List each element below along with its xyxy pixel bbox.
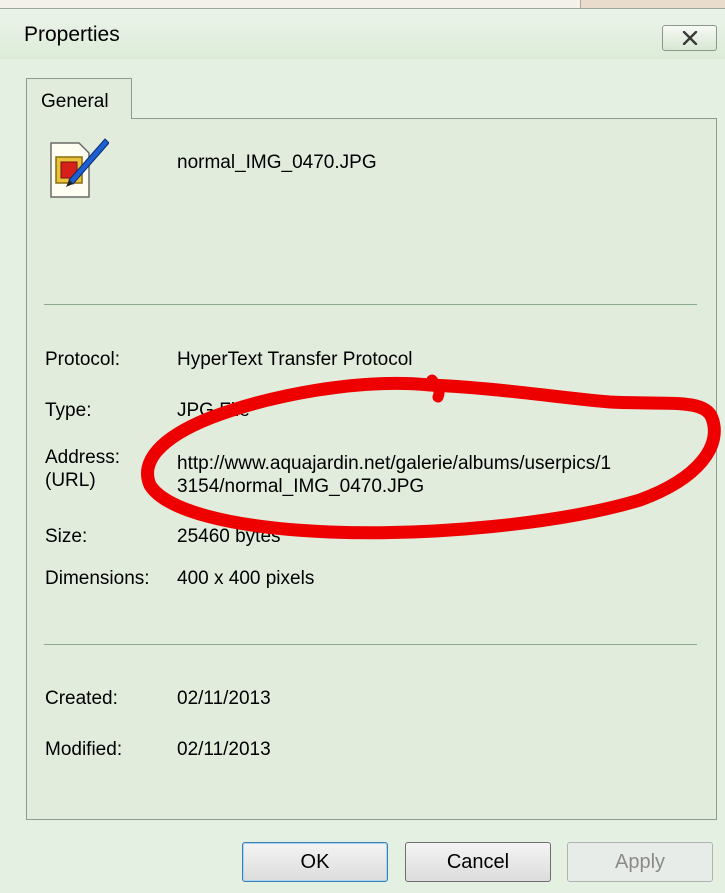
close-button[interactable] <box>662 25 717 51</box>
image-file-icon <box>49 135 110 204</box>
properties-dialog: Properties General normal_IMG_0470.JPG P… <box>0 8 725 893</box>
protocol-label: Protocol: <box>45 349 120 370</box>
window-title: Properties <box>24 23 120 46</box>
modified-label: Modified: <box>45 739 123 760</box>
close-icon <box>682 31 698 45</box>
modified-value: 02/11/2013 <box>177 739 271 760</box>
address-label: Address: (URL) <box>45 447 120 491</box>
size-value: 25460 bytes <box>177 526 281 547</box>
size-label: Size: <box>45 526 88 547</box>
general-panel: normal_IMG_0470.JPG Protocol: HyperText … <box>26 118 717 820</box>
ok-button[interactable]: OK <box>242 842 388 882</box>
type-value: JPG File <box>177 400 250 421</box>
title-bar[interactable]: Properties <box>0 9 725 59</box>
divider <box>44 304 697 305</box>
file-name[interactable]: normal_IMG_0470.JPG <box>177 152 377 174</box>
apply-button[interactable]: Apply <box>567 842 713 882</box>
dimensions-value: 400 x 400 pixels <box>177 568 315 589</box>
cancel-button[interactable]: Cancel <box>405 842 551 882</box>
created-value: 02/11/2013 <box>177 688 271 709</box>
created-label: Created: <box>45 688 118 709</box>
type-label: Type: <box>45 400 92 421</box>
tab-label: General <box>41 91 109 112</box>
protocol-value: HyperText Transfer Protocol <box>177 349 413 370</box>
dimensions-label: Dimensions: <box>45 568 150 589</box>
tab-general[interactable]: General <box>26 78 132 119</box>
divider <box>44 644 697 645</box>
button-bar: OK Cancel Apply <box>0 820 725 893</box>
address-value[interactable]: http://www.aquajardin.net/galerie/albums… <box>177 452 611 498</box>
